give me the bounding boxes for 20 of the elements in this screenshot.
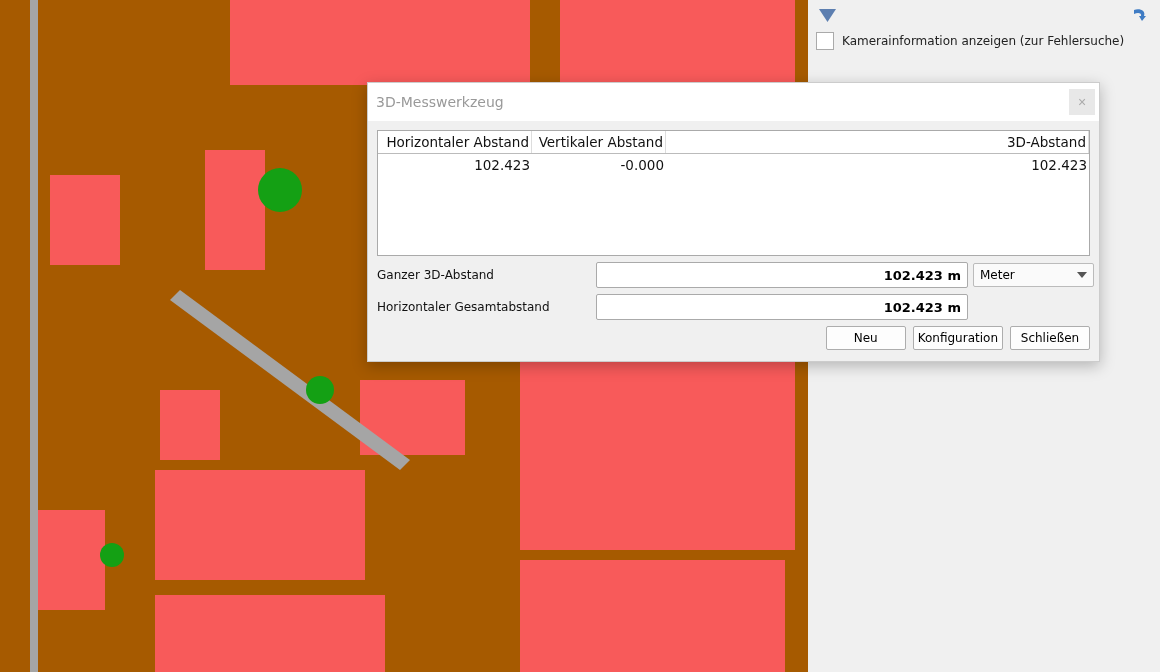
table-cell-text: 102.423 (1030, 156, 1088, 175)
unit-dropdown[interactable]: Meter (973, 263, 1094, 287)
column-header[interactable]: Horizontaler Abstand (378, 131, 532, 153)
dialog-button[interactable]: Schließen (1010, 326, 1090, 350)
value-field[interactable]: 102.423 m (596, 262, 968, 288)
table-cell-text: -0.000 (619, 156, 665, 175)
dialog-title: 3D-Messwerkzeug (376, 94, 504, 110)
column-header[interactable]: Vertikaler Abstand (532, 131, 666, 153)
checkbox[interactable] (816, 32, 834, 50)
caret-icon (1077, 272, 1087, 278)
dialog-button[interactable]: Neu (825, 326, 906, 350)
dialog-button[interactable]: Konfiguration (912, 326, 1003, 350)
table-cell-text: 102.423 (473, 156, 531, 175)
checkbox-label: Kamerainformation anzeigen (zur Fehlersuche) (842, 34, 1125, 48)
column-header[interactable]: 3D-Abstand (666, 131, 1089, 153)
redo-icon[interactable] (1132, 8, 1148, 22)
value-field[interactable]: 102.423 m (596, 294, 968, 320)
field-label: Ganzer 3D-Abstand (377, 268, 495, 282)
triangle-icon[interactable] (819, 8, 836, 22)
field-label: Horizontaler Gesamtabstand (377, 300, 551, 314)
